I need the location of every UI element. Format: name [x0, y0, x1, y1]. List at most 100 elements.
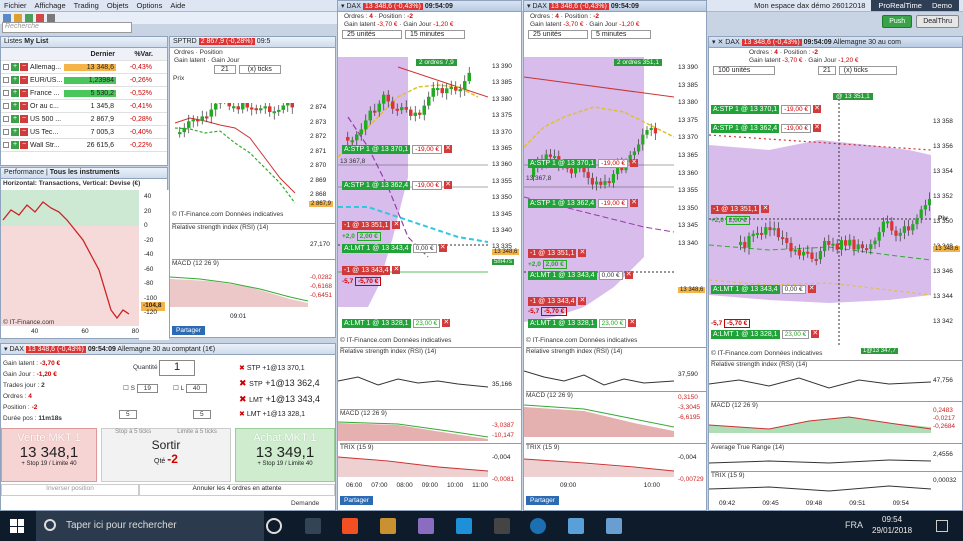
buy-icon[interactable]: + — [11, 141, 19, 149]
sell-icon[interactable]: − — [20, 141, 28, 149]
windows-start-icon[interactable] — [10, 519, 24, 533]
dax2-units-select[interactable]: 25 unités — [528, 30, 588, 39]
dax3-units-field[interactable]: 21 — [818, 66, 836, 75]
menu-objets[interactable]: Objets — [103, 0, 133, 11]
task-view-icon[interactable] — [305, 518, 321, 534]
dax3-interval-select[interactable]: (x) ticks — [838, 66, 897, 75]
row-checkbox[interactable] — [3, 64, 9, 70]
watchlist-row[interactable]: + − EUR/US... 1,23984 -0,26% — [1, 74, 167, 87]
notification-icon[interactable] — [936, 520, 948, 532]
dax2-position-1[interactable]: -1 @ 13 351,1 ✕ — [528, 249, 588, 258]
store-icon[interactable] — [342, 518, 358, 534]
watchlist-row[interactable]: + − US Tec... 7 005,3 -0,40% — [1, 126, 167, 139]
dax3-stp2-order[interactable]: A:STP 1 @ 13 362,4 -19,00 € ✕ — [711, 124, 823, 133]
dax2-lmt1-order[interactable]: A:LMT 1 @ 13 343,4 0,00 € ✕ — [528, 271, 635, 280]
app2-icon[interactable] — [494, 518, 510, 534]
buy-market-button[interactable]: Achat MKT 1 13 349,1 + Stop 19 / Limite … — [235, 428, 335, 482]
explorer-icon[interactable] — [380, 518, 396, 534]
col-last[interactable]: Dernier — [65, 51, 117, 58]
spx-interval-select[interactable]: (x) ticks — [238, 65, 281, 74]
pending-order-2[interactable]: ✖ STP +1@13 362,4 — [239, 376, 320, 392]
menu-fichier[interactable]: Fichier — [0, 0, 31, 11]
paint-icon[interactable] — [606, 518, 622, 534]
watchlist-row[interactable]: + − Wall Str... 26 615,6 -0,22% — [1, 139, 167, 152]
quantity-input[interactable]: 1 — [159, 360, 195, 376]
sell-icon[interactable]: − — [20, 89, 28, 97]
menu-options[interactable]: Options — [133, 0, 167, 11]
dax1-lmt1-order[interactable]: A:LMT 1 @ 13 343,4 0,00 € ✕ — [342, 244, 449, 253]
limit-5-ticks-button[interactable]: Limite à 5 ticks — [177, 429, 217, 435]
stop-5-ticks-button[interactable]: Stop à 5 ticks — [115, 429, 151, 435]
menu-aide[interactable]: Aide — [166, 0, 189, 11]
language-indicator[interactable]: FRA — [845, 520, 863, 530]
watchlist-row[interactable]: + − France ... 5 530,2 -0,52% — [1, 87, 167, 100]
limit-distance-field[interactable]: ☐ L 40 — [173, 384, 208, 393]
buy-icon[interactable]: + — [11, 128, 19, 136]
dax2-interval-select[interactable]: 5 minutes — [591, 30, 651, 39]
col-var[interactable]: %Var. — [117, 51, 153, 58]
buy-icon[interactable]: + — [11, 115, 19, 123]
stop-distance-field[interactable]: ☐ S 19 — [123, 384, 159, 393]
dax1-lmt2-order[interactable]: A:LMT 1 @ 13 328,1 23,00 € ✕ — [342, 319, 452, 328]
reverse-position-button[interactable]: Inverser position — [1, 484, 139, 496]
list-name[interactable]: My List — [24, 38, 48, 45]
dax2-stp2-order[interactable]: A:STP 1 @ 13 362,4 -19,00 € ✕ — [528, 199, 640, 208]
tab-listes[interactable]: Listes — [4, 38, 22, 45]
pending-order-3[interactable]: ✖ LMT +1@13 343,4 — [239, 392, 320, 408]
pending-order-4[interactable]: ✖ LMT +1@13 328,1 — [239, 408, 320, 422]
row-checkbox[interactable] — [3, 129, 9, 135]
menu-trading[interactable]: Trading — [70, 0, 103, 11]
dax1-stp1-order[interactable]: A:STP 1 @ 13 370,1 -19,00 € ✕ — [342, 145, 454, 154]
buy-icon[interactable]: + — [11, 89, 19, 97]
dax3-lmt2-order[interactable]: A:LMT 1 @ 13 328,1 23,00 € ✕ — [711, 330, 821, 339]
sell-icon[interactable]: − — [20, 63, 28, 71]
dax1-position-2[interactable]: -1 @ 13 343,4 ✕ — [342, 266, 402, 275]
new-window-icon[interactable] — [3, 14, 11, 22]
row-checkbox[interactable] — [3, 77, 9, 83]
buy-icon[interactable]: + — [11, 102, 19, 110]
dealthru-button[interactable]: DealThru — [916, 15, 959, 28]
push-button[interactable]: Push — [882, 15, 913, 28]
watchlist-row[interactable]: + − Allemag... 13 348,6 -0,43% — [1, 61, 167, 74]
dax2-lmt2-order[interactable]: A:LMT 1 @ 13 328,1 23,00 € ✕ — [528, 319, 638, 328]
demande-label[interactable]: Demande — [291, 500, 319, 507]
prorealtime-icon[interactable] — [530, 518, 546, 534]
print-icon[interactable] — [47, 14, 55, 22]
row-checkbox[interactable] — [3, 103, 9, 109]
row-checkbox[interactable] — [3, 142, 9, 148]
buy-icon[interactable]: + — [11, 63, 19, 71]
taskbar-search[interactable]: Taper ici pour rechercher — [36, 511, 264, 541]
dax2-orders-badge[interactable]: 2 ordres 351,1 — [614, 59, 662, 66]
stop-ticks-input[interactable]: 5 — [119, 410, 137, 419]
dax1-stp2-order[interactable]: A:STP 1 @ 13 362,4 -19,00 € ✕ — [342, 181, 454, 190]
dax1-interval-select[interactable]: 15 minutes — [405, 30, 465, 39]
dax3-stp1-order[interactable]: A:STP 1 @ 13 370,1 -19,00 € ✕ — [711, 105, 823, 114]
sell-icon[interactable]: − — [20, 128, 28, 136]
dax2-stp1-order[interactable]: A:STP 1 @ 13 370,1 -19,00 € ✕ — [528, 159, 640, 168]
tab-all-instruments[interactable]: Tous les instruments — [50, 169, 120, 176]
limit-ticks-input[interactable]: 5 — [193, 410, 211, 419]
dax1-units-select[interactable]: 25 unités — [342, 30, 402, 39]
buy-icon[interactable]: + — [11, 76, 19, 84]
dax1-position-1[interactable]: -1 @ 13 351,1 ✕ — [342, 221, 402, 230]
sell-market-button[interactable]: Vente MKT 1 13 348,1 + Stop 19 / Limite … — [1, 428, 97, 482]
dax3-units-select[interactable]: 100 unités — [713, 66, 775, 75]
watchlist-row[interactable]: + − Or au c... 1 345,8 -0,41% — [1, 100, 167, 113]
notepad-icon[interactable] — [568, 518, 584, 534]
dax2-position-2[interactable]: -1 @ 13 343,4 ✕ — [528, 297, 588, 306]
mic-icon[interactable] — [266, 518, 282, 534]
dax3-lmt1-order[interactable]: A:LMT 1 @ 13 343,4 0,00 € ✕ — [711, 285, 818, 294]
dax3-position-1[interactable]: -1 @ 13 351,1 ✕ — [711, 205, 771, 214]
spx-units-field[interactable]: 21 — [214, 65, 236, 74]
alert-icon[interactable] — [36, 14, 44, 22]
spx-share-button[interactable]: Partager — [172, 325, 205, 335]
menu-affichage[interactable]: Affichage — [31, 0, 70, 11]
clock[interactable]: 09:54 29/01/2018 — [872, 514, 912, 536]
exit-button[interactable]: Sortir — [102, 438, 230, 452]
dax2-share-button[interactable]: Partager — [526, 495, 559, 505]
chart-icon[interactable] — [25, 14, 33, 22]
app-icon[interactable] — [418, 518, 434, 534]
edge-icon[interactable] — [456, 518, 472, 534]
row-checkbox[interactable] — [3, 90, 9, 96]
pending-order-1[interactable]: ✖ STP +1@13 370,1 — [239, 362, 320, 376]
